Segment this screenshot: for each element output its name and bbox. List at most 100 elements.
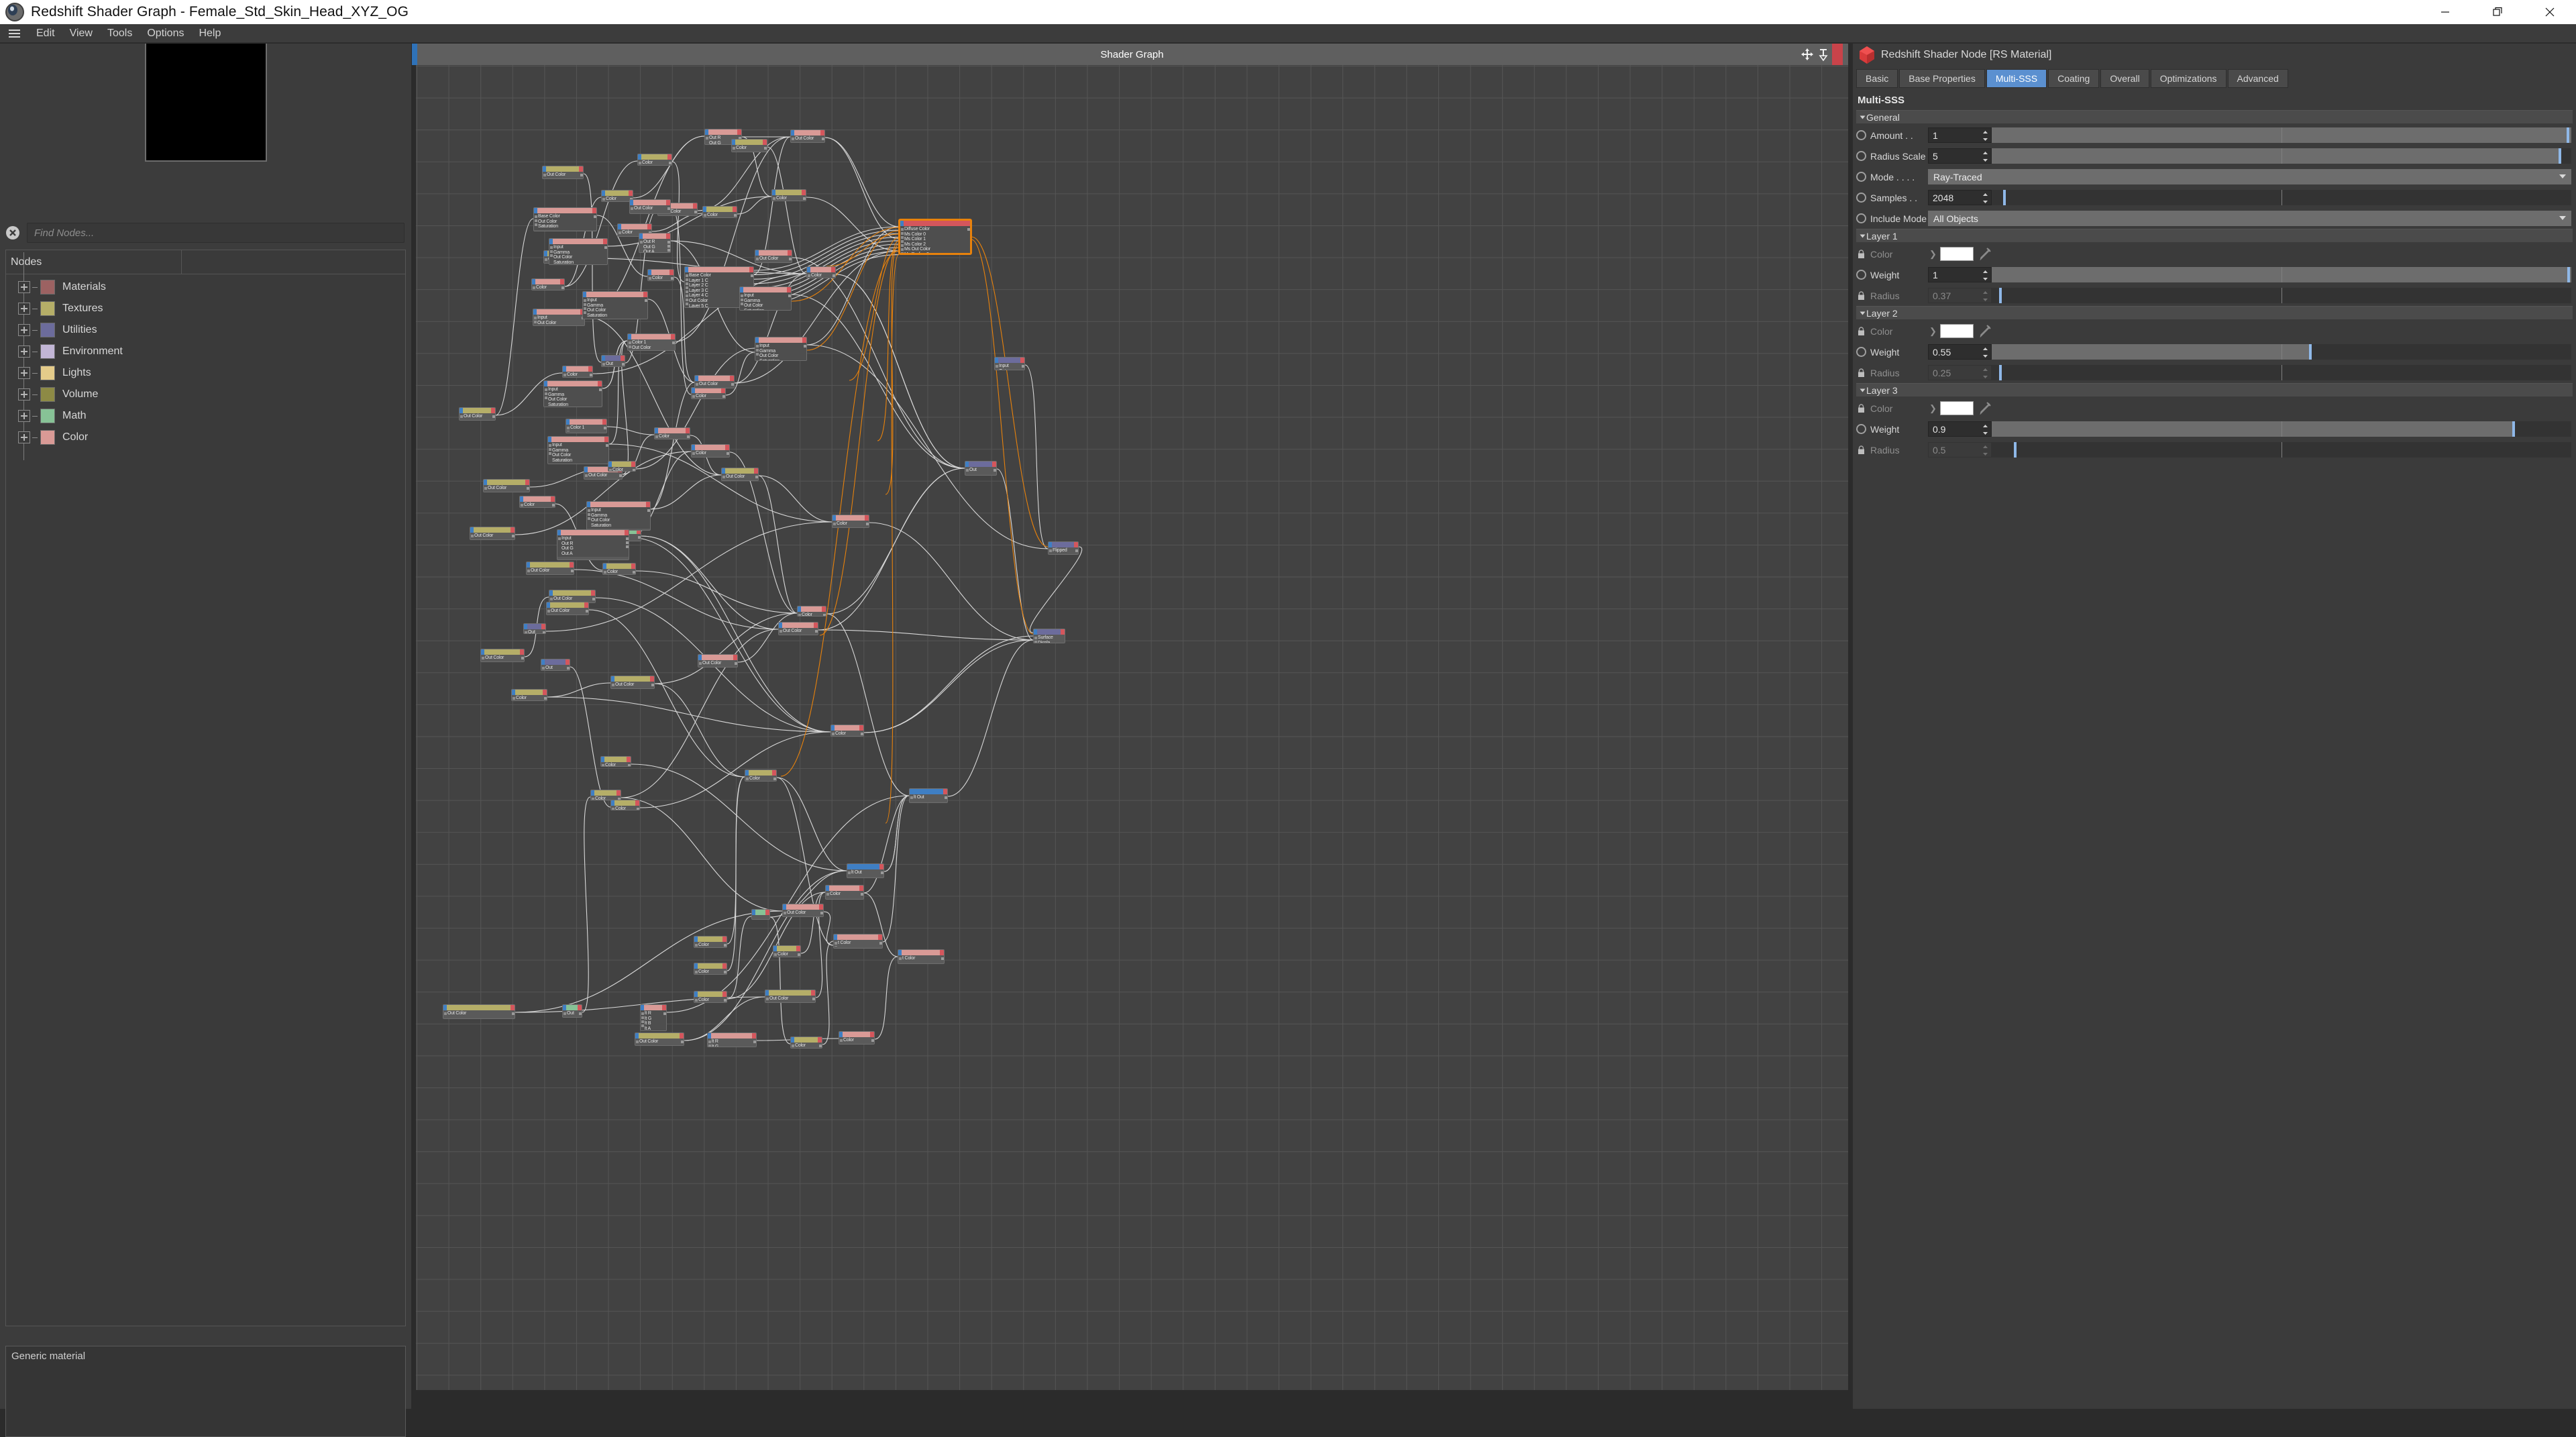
material-preview-thumbnail[interactable]	[144, 44, 267, 162]
slider-general-amount[interactable]	[1992, 127, 2571, 143]
node-input-port[interactable]	[481, 657, 484, 659]
node-input-port[interactable]	[544, 392, 547, 395]
shader-node[interactable]: Color	[511, 689, 547, 701]
shader-node[interactable]: Out	[562, 1004, 582, 1018]
node-output-port[interactable]	[647, 509, 650, 512]
clear-circle-x-icon[interactable]	[4, 224, 21, 242]
node-output-port[interactable]	[722, 395, 725, 398]
node-output-port[interactable]	[603, 427, 606, 429]
node-input-port[interactable]	[641, 1020, 644, 1023]
node-header[interactable]	[834, 935, 882, 940]
node-header[interactable]	[587, 502, 650, 507]
node-header[interactable]	[481, 649, 524, 655]
node-input-port[interactable]	[798, 614, 801, 616]
node-output-port[interactable]	[733, 214, 737, 217]
node-input-port[interactable]	[900, 240, 904, 243]
numeric-input-general-amount[interactable]: 1	[1928, 127, 1992, 143]
node-input-port[interactable]	[584, 474, 588, 477]
lock-icon[interactable]	[1856, 445, 1866, 455]
node-header[interactable]	[601, 757, 631, 762]
expand-plus-icon[interactable]	[18, 410, 30, 422]
node-header[interactable]	[484, 480, 529, 485]
node-header[interactable]	[807, 267, 835, 272]
node-input-port[interactable]	[563, 1012, 566, 1015]
shader-node[interactable]: Out Color	[443, 1004, 515, 1019]
slider-handle[interactable]	[2567, 267, 2570, 282]
node-output-port[interactable]	[694, 211, 697, 213]
node-input-port[interactable]	[533, 321, 537, 323]
node-input-port[interactable]	[703, 214, 706, 217]
node-header[interactable]	[732, 140, 767, 145]
node-output-port[interactable]	[871, 1039, 874, 1042]
shader-node[interactable]: Color	[839, 1031, 875, 1045]
node-input-port[interactable]	[965, 469, 969, 472]
lock-icon[interactable]	[1856, 403, 1866, 413]
node-input-port[interactable]	[548, 444, 551, 447]
node-output-port[interactable]	[570, 570, 574, 572]
node-input-port[interactable]	[544, 258, 547, 261]
node-input-port[interactable]	[740, 295, 743, 297]
node-output-port[interactable]	[637, 536, 641, 539]
chevron-down-icon[interactable]	[2559, 174, 2566, 178]
restore-button[interactable]	[2471, 0, 2524, 24]
spinner-arrows-icon[interactable]	[1982, 347, 1988, 358]
node-header[interactable]	[755, 337, 806, 343]
node-output-port[interactable]	[589, 374, 592, 376]
spinner-arrows-icon[interactable]	[1982, 193, 1988, 204]
numeric-input-layer-2-radius[interactable]: 0.25	[1928, 365, 1992, 380]
node-input-port[interactable]	[834, 942, 837, 945]
node-header[interactable]	[655, 428, 690, 433]
shader-node[interactable]: Surface Displa	[1033, 629, 1065, 643]
shader-node[interactable]: Color	[601, 190, 633, 202]
shader-node[interactable]: Input Out Color	[533, 309, 585, 326]
slider-handle[interactable]	[2566, 127, 2569, 143]
slider-layer-3-weight[interactable]	[1992, 421, 2571, 437]
menu-item-edit[interactable]: Edit	[29, 24, 62, 43]
node-output-port[interactable]	[561, 286, 564, 289]
node-input-port[interactable]	[773, 953, 777, 956]
tree-item-color[interactable]: Color	[6, 427, 405, 448]
node-output-port[interactable]	[580, 174, 583, 176]
collapse-triangle-icon[interactable]	[1860, 311, 1866, 315]
shader-node[interactable]: Color	[773, 945, 801, 957]
node-output-port[interactable]	[860, 893, 863, 896]
shader-node[interactable]: Color 1 Out Color	[627, 333, 676, 351]
eyedropper-icon[interactable]	[1980, 248, 1991, 260]
shader-node[interactable]: Out ROut GOut A	[639, 233, 671, 253]
node-input-port[interactable]	[732, 147, 735, 150]
node-input-port[interactable]	[705, 137, 708, 140]
shader-node[interactable]: Color	[519, 496, 555, 508]
tree-item-materials[interactable]: Materials	[6, 276, 405, 298]
node-input-port[interactable]	[641, 1016, 644, 1019]
node-header[interactable]	[772, 190, 806, 195]
node-header[interactable]	[698, 655, 737, 660]
node-header[interactable]	[639, 233, 670, 239]
shader-node[interactable]: Out Color	[470, 527, 515, 540]
shader-node[interactable]: Color	[691, 444, 730, 458]
shader-node[interactable]: Out Color	[459, 407, 496, 421]
node-input-port[interactable]	[910, 796, 913, 799]
node-output-port[interactable]	[632, 469, 635, 471]
shader-node[interactable]: Color	[600, 756, 631, 767]
slider-layer-3-radius[interactable]	[1992, 442, 2571, 458]
shader-node[interactable]: Out Color	[694, 375, 735, 388]
slider-layer-2-weight[interactable]	[1992, 344, 2571, 360]
node-input-port[interactable]	[543, 174, 546, 176]
node-output-port[interactable]	[644, 299, 647, 302]
node-input-port[interactable]	[755, 353, 759, 356]
node-input-port[interactable]	[587, 513, 590, 516]
shader-node[interactable]: Out Color	[755, 250, 792, 263]
node-header[interactable]	[740, 287, 791, 292]
node-header[interactable]	[708, 1033, 756, 1039]
lock-icon[interactable]	[1856, 326, 1866, 336]
node-header[interactable]	[608, 462, 635, 467]
node-input-port[interactable]	[641, 1012, 644, 1015]
node-header[interactable]	[995, 358, 1024, 363]
node-header[interactable]	[563, 1005, 582, 1010]
node-header[interactable]	[722, 468, 758, 474]
node-header[interactable]	[773, 946, 800, 951]
shader-node[interactable]: Out Color	[782, 904, 824, 917]
node-output-port[interactable]	[803, 345, 806, 348]
shader-node[interactable]: Color	[654, 427, 690, 439]
node-header[interactable]	[910, 789, 947, 794]
